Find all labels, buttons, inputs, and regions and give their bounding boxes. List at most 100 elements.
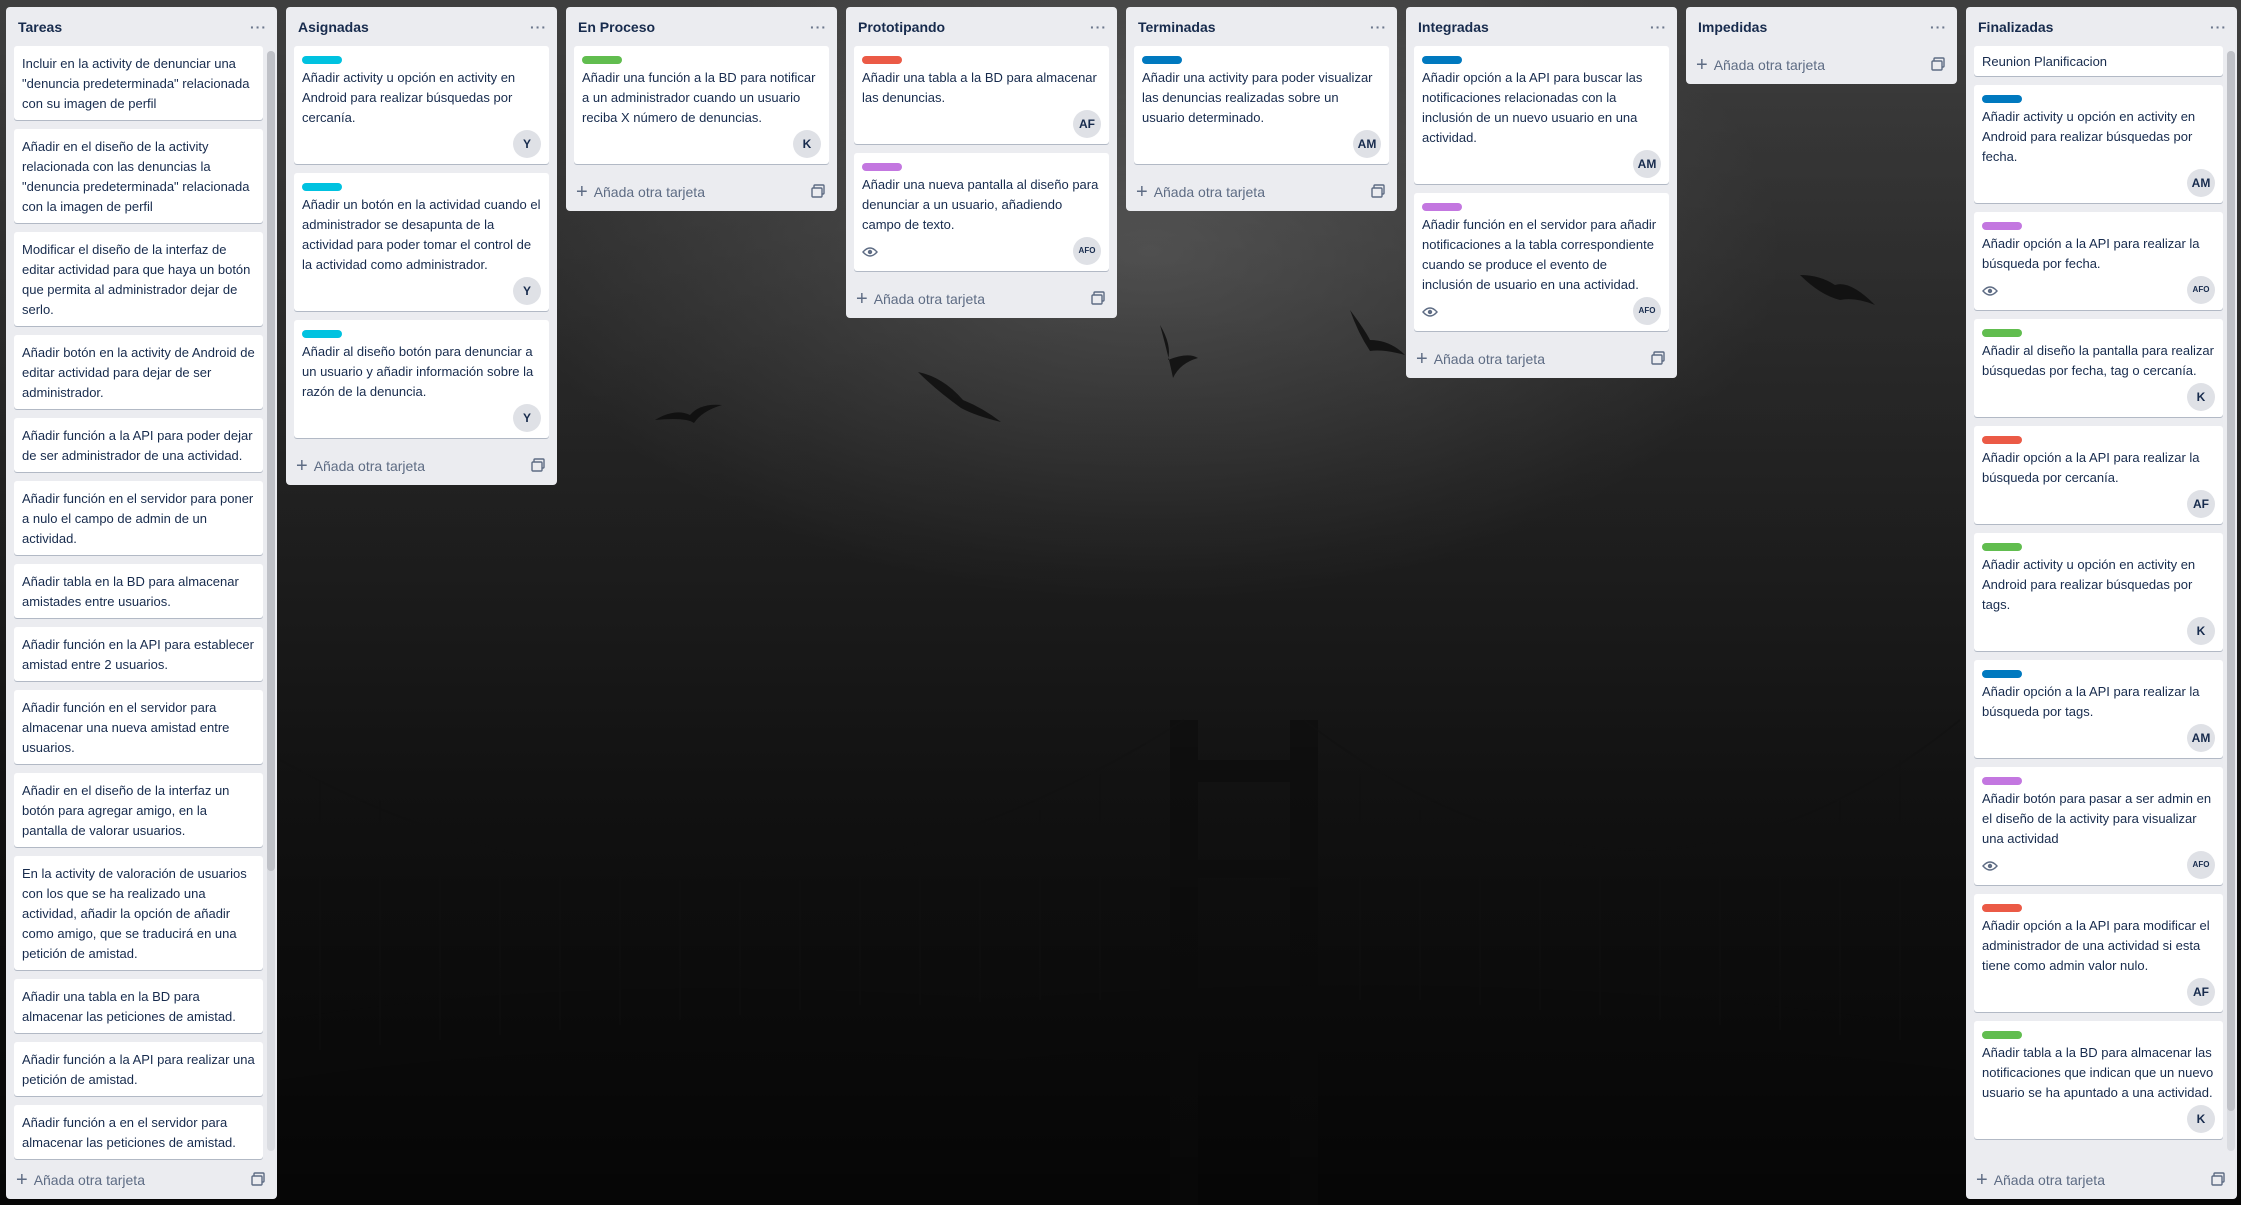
card-label-cyan[interactable]: [302, 183, 342, 191]
card[interactable]: Añadir al diseño botón para denunciar a …: [294, 320, 549, 438]
card[interactable]: Añadir función en el servidor para poner…: [14, 481, 263, 555]
card[interactable]: Añadir una nueva pantalla al diseño para…: [854, 153, 1109, 271]
member-avatar[interactable]: Y: [513, 404, 541, 432]
card-label-green[interactable]: [1982, 329, 2022, 337]
list-title[interactable]: Tareas: [18, 19, 62, 35]
card-label-cyan[interactable]: [302, 56, 342, 64]
add-card-button[interactable]: + Añada otra tarjeta: [1406, 340, 1677, 378]
card[interactable]: Añadir en el diseño de la interfaz un bo…: [14, 773, 263, 847]
card-label-green[interactable]: [1982, 543, 2022, 551]
add-card-button[interactable]: + Añada otra tarjeta: [6, 1161, 277, 1199]
card[interactable]: Añadir activity u opción en activity en …: [294, 46, 549, 164]
card-template-icon[interactable]: [811, 184, 827, 200]
list-menu-icon[interactable]: ···: [1650, 19, 1667, 35]
list-title[interactable]: Impedidas: [1698, 19, 1767, 35]
card-label-purple[interactable]: [1422, 203, 1462, 211]
add-card-button[interactable]: + Añada otra tarjeta: [1126, 173, 1397, 211]
list-scrollbar[interactable]: [2227, 51, 2235, 1151]
list-menu-icon[interactable]: ···: [1930, 19, 1947, 35]
list-title[interactable]: Prototipando: [858, 19, 945, 35]
card[interactable]: Añadir opción a la API para realizar la …: [1974, 660, 2223, 758]
member-avatar[interactable]: AM: [2187, 169, 2215, 197]
member-avatar[interactable]: AM: [2187, 724, 2215, 752]
card[interactable]: Añadir función a en el servidor para alm…: [14, 1105, 263, 1159]
member-avatar[interactable]: AFO: [2187, 851, 2215, 879]
list-scrollbar[interactable]: [267, 51, 275, 1151]
card[interactable]: Añadir opción a la API para realizar la …: [1974, 212, 2223, 310]
card[interactable]: Añadir activity u opción en activity en …: [1974, 85, 2223, 203]
card[interactable]: Añadir función en el servidor para añadi…: [1414, 193, 1669, 331]
add-card-button[interactable]: + Añada otra tarjeta: [1686, 46, 1957, 84]
card-label-blue[interactable]: [1422, 56, 1462, 64]
add-card-button[interactable]: + Añada otra tarjeta: [1966, 1161, 2237, 1199]
card-label-blue[interactable]: [1982, 95, 2022, 103]
list-menu-icon[interactable]: ···: [250, 19, 267, 35]
card[interactable]: Añadir activity u opción en activity en …: [1974, 533, 2223, 651]
card[interactable]: Añadir tabla en la BD para almacenar ami…: [14, 564, 263, 618]
scrollbar-thumb[interactable]: [267, 51, 275, 871]
card-template-icon[interactable]: [531, 458, 547, 474]
list-title[interactable]: En Proceso: [578, 19, 655, 35]
scrollbar-thumb[interactable]: [2227, 51, 2235, 1111]
list-menu-icon[interactable]: ···: [2210, 19, 2227, 35]
list-title[interactable]: Integradas: [1418, 19, 1489, 35]
card[interactable]: Añadir botón en la activity de Android d…: [14, 335, 263, 409]
member-avatar[interactable]: K: [2187, 617, 2215, 645]
card[interactable]: Añadir un botón en la actividad cuando e…: [294, 173, 549, 311]
card-label-blue[interactable]: [1982, 670, 2022, 678]
list-title[interactable]: Terminadas: [1138, 19, 1216, 35]
card-template-icon[interactable]: [1651, 351, 1667, 367]
card-label-green[interactable]: [1982, 1031, 2022, 1039]
card-template-icon[interactable]: [1371, 184, 1387, 200]
card-label-blue[interactable]: [1142, 56, 1182, 64]
card-label-purple[interactable]: [1982, 777, 2022, 785]
list-menu-icon[interactable]: ···: [810, 19, 827, 35]
list-menu-icon[interactable]: ···: [1370, 19, 1387, 35]
card[interactable]: Incluir en la activity de denunciar una …: [14, 46, 263, 120]
member-avatar[interactable]: AFO: [2187, 276, 2215, 304]
card[interactable]: Añadir función en el servidor para almac…: [14, 690, 263, 764]
member-avatar[interactable]: AF: [1073, 110, 1101, 138]
member-avatar[interactable]: AF: [2187, 978, 2215, 1006]
card[interactable]: Añadir tabla a la BD para almacenar las …: [1974, 1021, 2223, 1139]
member-avatar[interactable]: Y: [513, 130, 541, 158]
card[interactable]: Reunion Planificacion: [1974, 46, 2223, 76]
add-card-button[interactable]: + Añada otra tarjeta: [566, 173, 837, 211]
card[interactable]: Añadir en el diseño de la activity relac…: [14, 129, 263, 223]
card-template-icon[interactable]: [2211, 1172, 2227, 1188]
card[interactable]: Añadir una tabla en la BD para almacenar…: [14, 979, 263, 1033]
card[interactable]: Añadir una activity para poder visualiza…: [1134, 46, 1389, 164]
card[interactable]: Añadir opción a la API para modificar el…: [1974, 894, 2223, 1012]
member-avatar[interactable]: AFO: [1073, 237, 1101, 265]
card-label-purple[interactable]: [862, 163, 902, 171]
card-label-cyan[interactable]: [302, 330, 342, 338]
card[interactable]: Añadir una función a la BD para notifica…: [574, 46, 829, 164]
card-template-icon[interactable]: [1091, 291, 1107, 307]
member-avatar[interactable]: AM: [1633, 150, 1661, 178]
member-avatar[interactable]: AF: [2187, 490, 2215, 518]
card[interactable]: Añadir opción a la API para buscar las n…: [1414, 46, 1669, 184]
add-card-button[interactable]: + Añada otra tarjeta: [846, 280, 1117, 318]
list-menu-icon[interactable]: ···: [530, 19, 547, 35]
card-template-icon[interactable]: [251, 1172, 267, 1188]
card[interactable]: Añadir función en la API para establecer…: [14, 627, 263, 681]
list-title[interactable]: Asignadas: [298, 19, 369, 35]
card-label-red[interactable]: [862, 56, 902, 64]
card[interactable]: Añadir botón para pasar a ser admin en e…: [1974, 767, 2223, 885]
card-label-red[interactable]: [1982, 904, 2022, 912]
member-avatar[interactable]: K: [2187, 1105, 2215, 1133]
card-label-green[interactable]: [582, 56, 622, 64]
member-avatar[interactable]: AM: [1353, 130, 1381, 158]
card[interactable]: Añadir función a la API para poder dejar…: [14, 418, 263, 472]
list-title[interactable]: Finalizadas: [1978, 19, 2053, 35]
card[interactable]: Añadir al diseño la pantalla para realiz…: [1974, 319, 2223, 417]
card-label-purple[interactable]: [1982, 222, 2022, 230]
card[interactable]: Añadir una tabla a la BD para almacenar …: [854, 46, 1109, 144]
member-avatar[interactable]: Y: [513, 277, 541, 305]
member-avatar[interactable]: K: [793, 130, 821, 158]
card[interactable]: Añadir función a la API para realizar un…: [14, 1042, 263, 1096]
add-card-button[interactable]: + Añada otra tarjeta: [286, 447, 557, 485]
card[interactable]: Modificar el diseño de la interfaz de ed…: [14, 232, 263, 326]
list-menu-icon[interactable]: ···: [1090, 19, 1107, 35]
card[interactable]: En la activity de valoración de usuarios…: [14, 856, 263, 970]
